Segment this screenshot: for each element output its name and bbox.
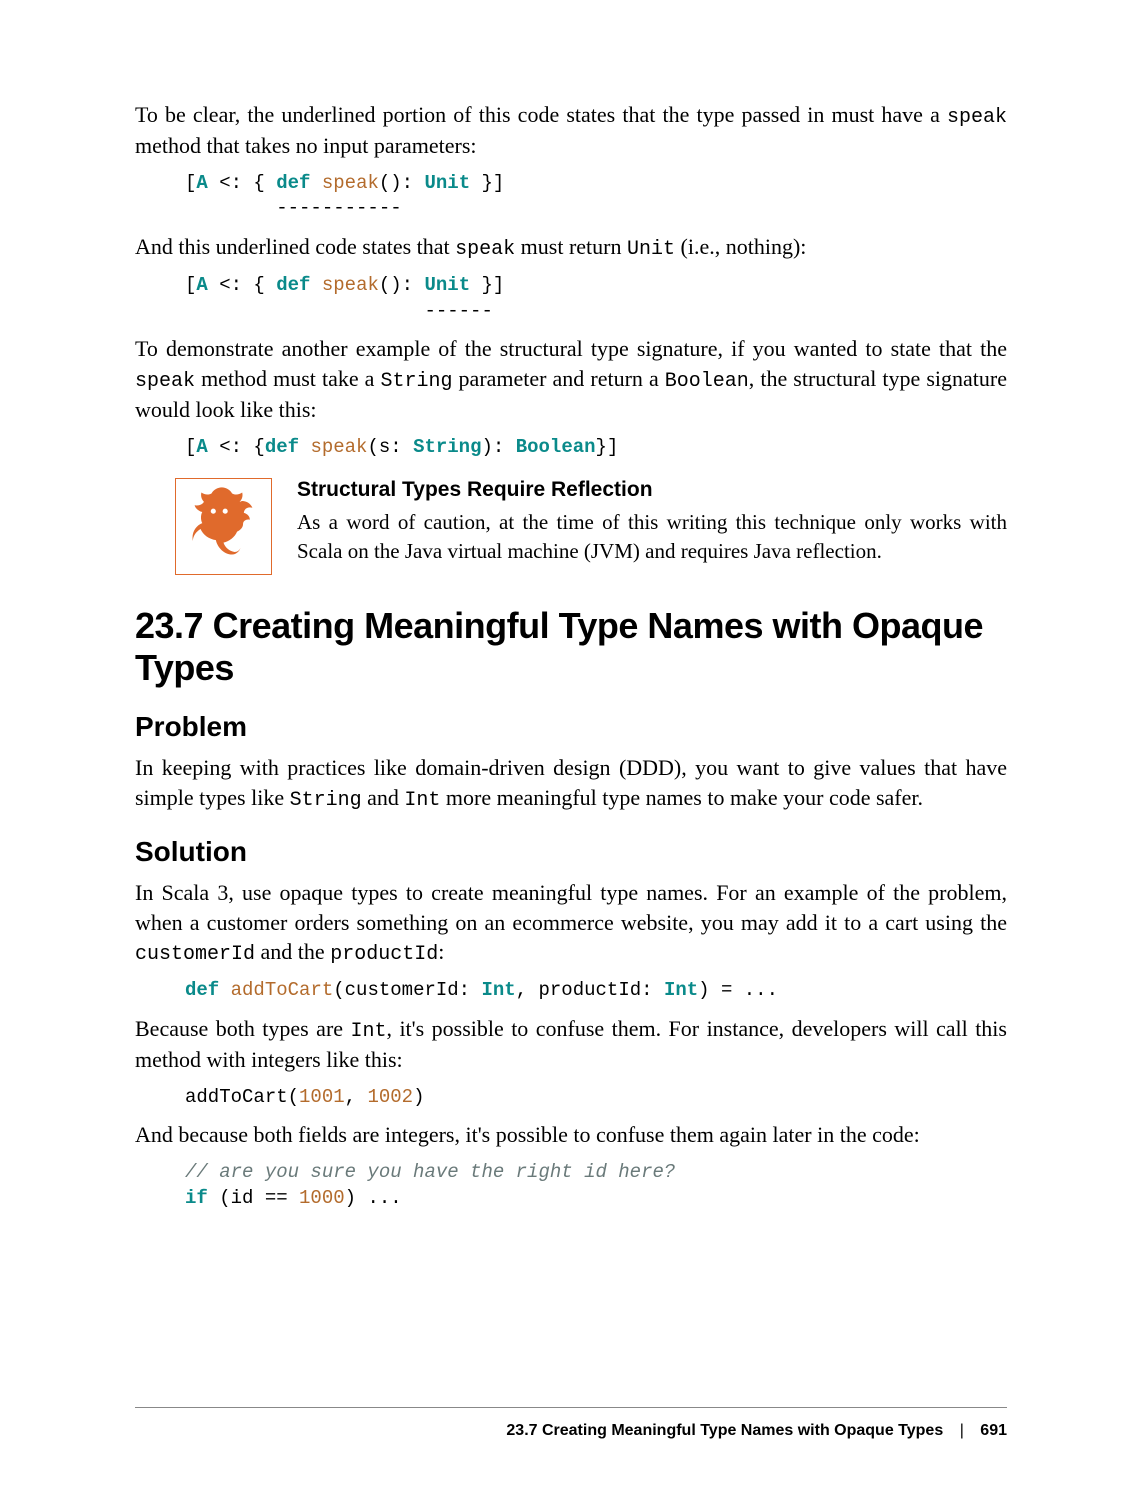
text: Because both types are xyxy=(135,1016,350,1041)
text: more meaningful type names to make your … xyxy=(440,785,923,810)
page-number: 691 xyxy=(980,1422,1007,1439)
page: To be clear, the underlined portion of t… xyxy=(0,0,1142,1500)
code-block-6: // are you sure you have the right id he… xyxy=(185,1160,1007,1211)
text: must return xyxy=(515,234,627,259)
text: : xyxy=(438,939,444,964)
footer-section-title: 23.7 Creating Meaningful Type Names with… xyxy=(506,1422,943,1439)
underline: ------ xyxy=(185,300,493,322)
inline-code: speak xyxy=(947,106,1007,129)
text: And this underlined code states that xyxy=(135,234,455,259)
section-heading-23-7: 23.7 Creating Meaningful Type Names with… xyxy=(135,605,1007,689)
inline-code: Unit xyxy=(627,238,675,261)
inline-code: customerId xyxy=(135,943,255,966)
text: method that takes no input parameters: xyxy=(135,133,477,158)
inline-code: speak xyxy=(455,238,515,261)
inline-code: String xyxy=(380,370,452,393)
inline-code: Int xyxy=(404,789,440,812)
solution-heading: Solution xyxy=(135,836,1007,868)
text: and xyxy=(362,785,405,810)
code-block-5: addToCart(1001, 1002) xyxy=(185,1085,1007,1111)
solution-paragraph-1: In Scala 3, use opaque types to create m… xyxy=(135,878,1007,968)
paragraph-3: To demonstrate another example of the st… xyxy=(135,334,1007,424)
text: method must take a xyxy=(195,366,380,391)
footer-separator: | xyxy=(960,1422,964,1439)
note-body: Structural Types Require Reflection As a… xyxy=(297,478,1007,565)
inline-code: productId xyxy=(330,943,438,966)
text: and the xyxy=(255,939,330,964)
scorpion-icon xyxy=(175,478,272,575)
inline-code: Boolean xyxy=(665,370,749,393)
problem-paragraph: In keeping with practices like domain-dr… xyxy=(135,753,1007,814)
paragraph-2: And this underlined code states that spe… xyxy=(135,232,1007,263)
paragraph-1: To be clear, the underlined portion of t… xyxy=(135,100,1007,161)
inline-code: Int xyxy=(350,1020,386,1043)
text: To be clear, the underlined portion of t… xyxy=(135,102,947,127)
text: (i.e., nothing): xyxy=(675,234,806,259)
inline-code: speak xyxy=(135,370,195,393)
underline: ----------- xyxy=(185,197,402,219)
note-title: Structural Types Require Reflection xyxy=(297,478,1007,502)
text: parameter and return a xyxy=(453,366,665,391)
note-text: As a word of caution, at the time of thi… xyxy=(297,508,1007,565)
code-block-3: [A <: {def speak(s: String): Boolean}] xyxy=(185,435,1007,461)
inline-code: String xyxy=(290,789,362,812)
page-footer: 23.7 Creating Meaningful Type Names with… xyxy=(135,1407,1007,1440)
text: In Scala 3, use opaque types to create m… xyxy=(135,880,1007,935)
code-block-1: [A <: { def speak(): Unit }] ----------- xyxy=(185,171,1007,222)
caution-note: Structural Types Require Reflection As a… xyxy=(175,478,1007,575)
code-block-4: def addToCart(customerId: Int, productId… xyxy=(185,978,1007,1004)
solution-paragraph-2: Because both types are Int, it's possibl… xyxy=(135,1014,1007,1075)
code-block-2: [A <: { def speak(): Unit }] ------ xyxy=(185,273,1007,324)
text: To demonstrate another example of the st… xyxy=(135,336,1007,361)
solution-paragraph-3: And because both fields are integers, it… xyxy=(135,1120,1007,1150)
code-comment: // are you sure you have the right id he… xyxy=(185,1161,675,1183)
problem-heading: Problem xyxy=(135,711,1007,743)
